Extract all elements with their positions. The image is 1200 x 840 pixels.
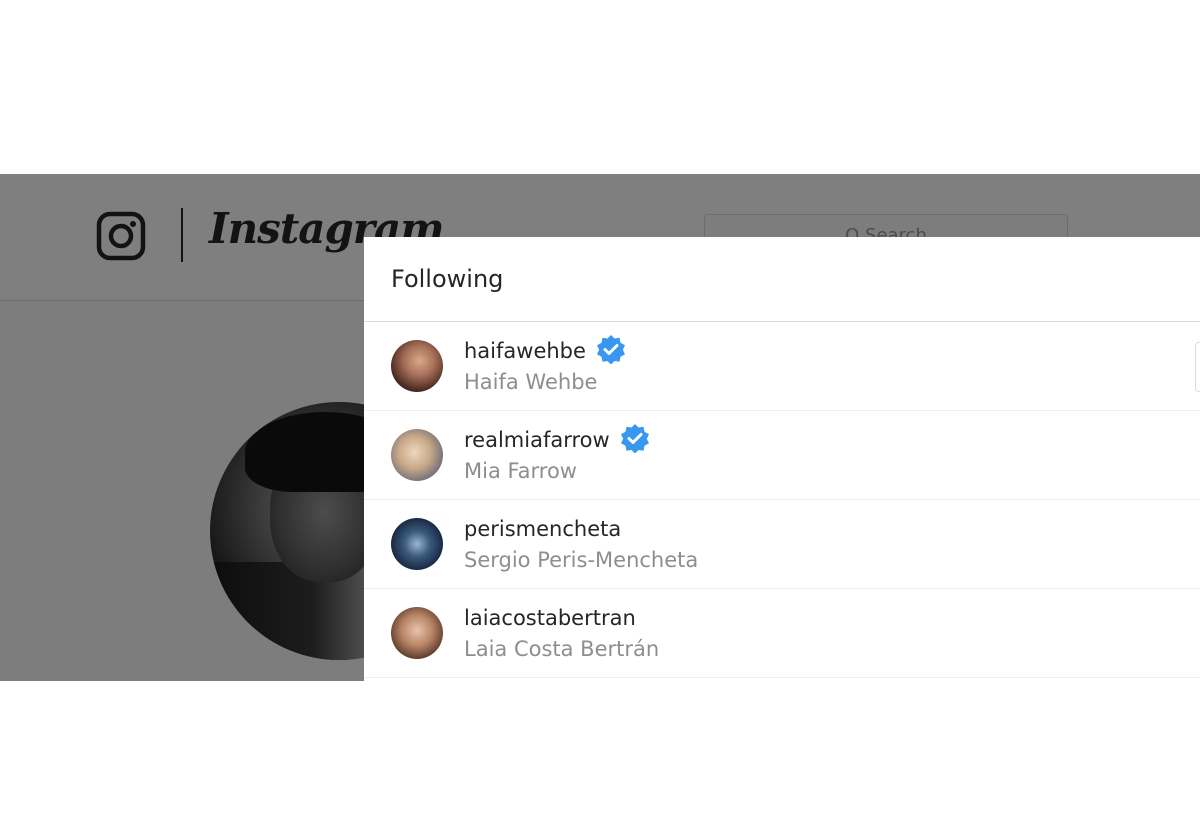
username-link[interactable]: realmiafarrow bbox=[464, 424, 650, 453]
following-list: haifawehbe Haifa Wehbe realmiafarrow Mia… bbox=[364, 322, 1200, 678]
full-name: Haifa Wehbe bbox=[464, 370, 598, 394]
username-text: perismencheta bbox=[464, 517, 622, 541]
following-list-item[interactable]: realmiafarrow Mia Farrow bbox=[364, 411, 1200, 500]
user-avatar[interactable] bbox=[391, 518, 443, 570]
full-name: Sergio Peris-Mencheta bbox=[464, 548, 699, 572]
screenshot-stage: Instagram Q Search Following haifawehbe … bbox=[0, 0, 1200, 840]
user-avatar[interactable] bbox=[391, 340, 443, 392]
following-list-item[interactable]: laiacostabertran Laia Costa Bertrán bbox=[364, 589, 1200, 678]
modal-title: Following bbox=[391, 265, 504, 293]
following-modal: Following haifawehbe Haifa Wehbe realmia… bbox=[364, 237, 1200, 681]
username-text: laiacostabertran bbox=[464, 606, 636, 630]
following-list-item[interactable]: perismencheta Sergio Peris-Mencheta bbox=[364, 500, 1200, 589]
user-avatar[interactable] bbox=[391, 607, 443, 659]
username-link[interactable]: haifawehbe bbox=[464, 335, 626, 364]
modal-header: Following bbox=[364, 237, 1200, 322]
verified-badge-icon bbox=[620, 424, 649, 453]
full-name: Laia Costa Bertrán bbox=[464, 637, 660, 661]
browser-viewport: Instagram Q Search Following haifawehbe … bbox=[0, 174, 1200, 681]
username-text: realmiafarrow bbox=[464, 428, 610, 452]
username-text: haifawehbe bbox=[464, 339, 586, 363]
user-avatar[interactable] bbox=[391, 429, 443, 481]
follow-button[interactable] bbox=[1195, 342, 1200, 392]
verified-badge-icon bbox=[596, 335, 625, 364]
username-link[interactable]: laiacostabertran bbox=[464, 606, 636, 630]
full-name: Mia Farrow bbox=[464, 459, 577, 483]
username-link[interactable]: perismencheta bbox=[464, 517, 621, 541]
following-list-item[interactable]: haifawehbe Haifa Wehbe bbox=[364, 322, 1200, 411]
